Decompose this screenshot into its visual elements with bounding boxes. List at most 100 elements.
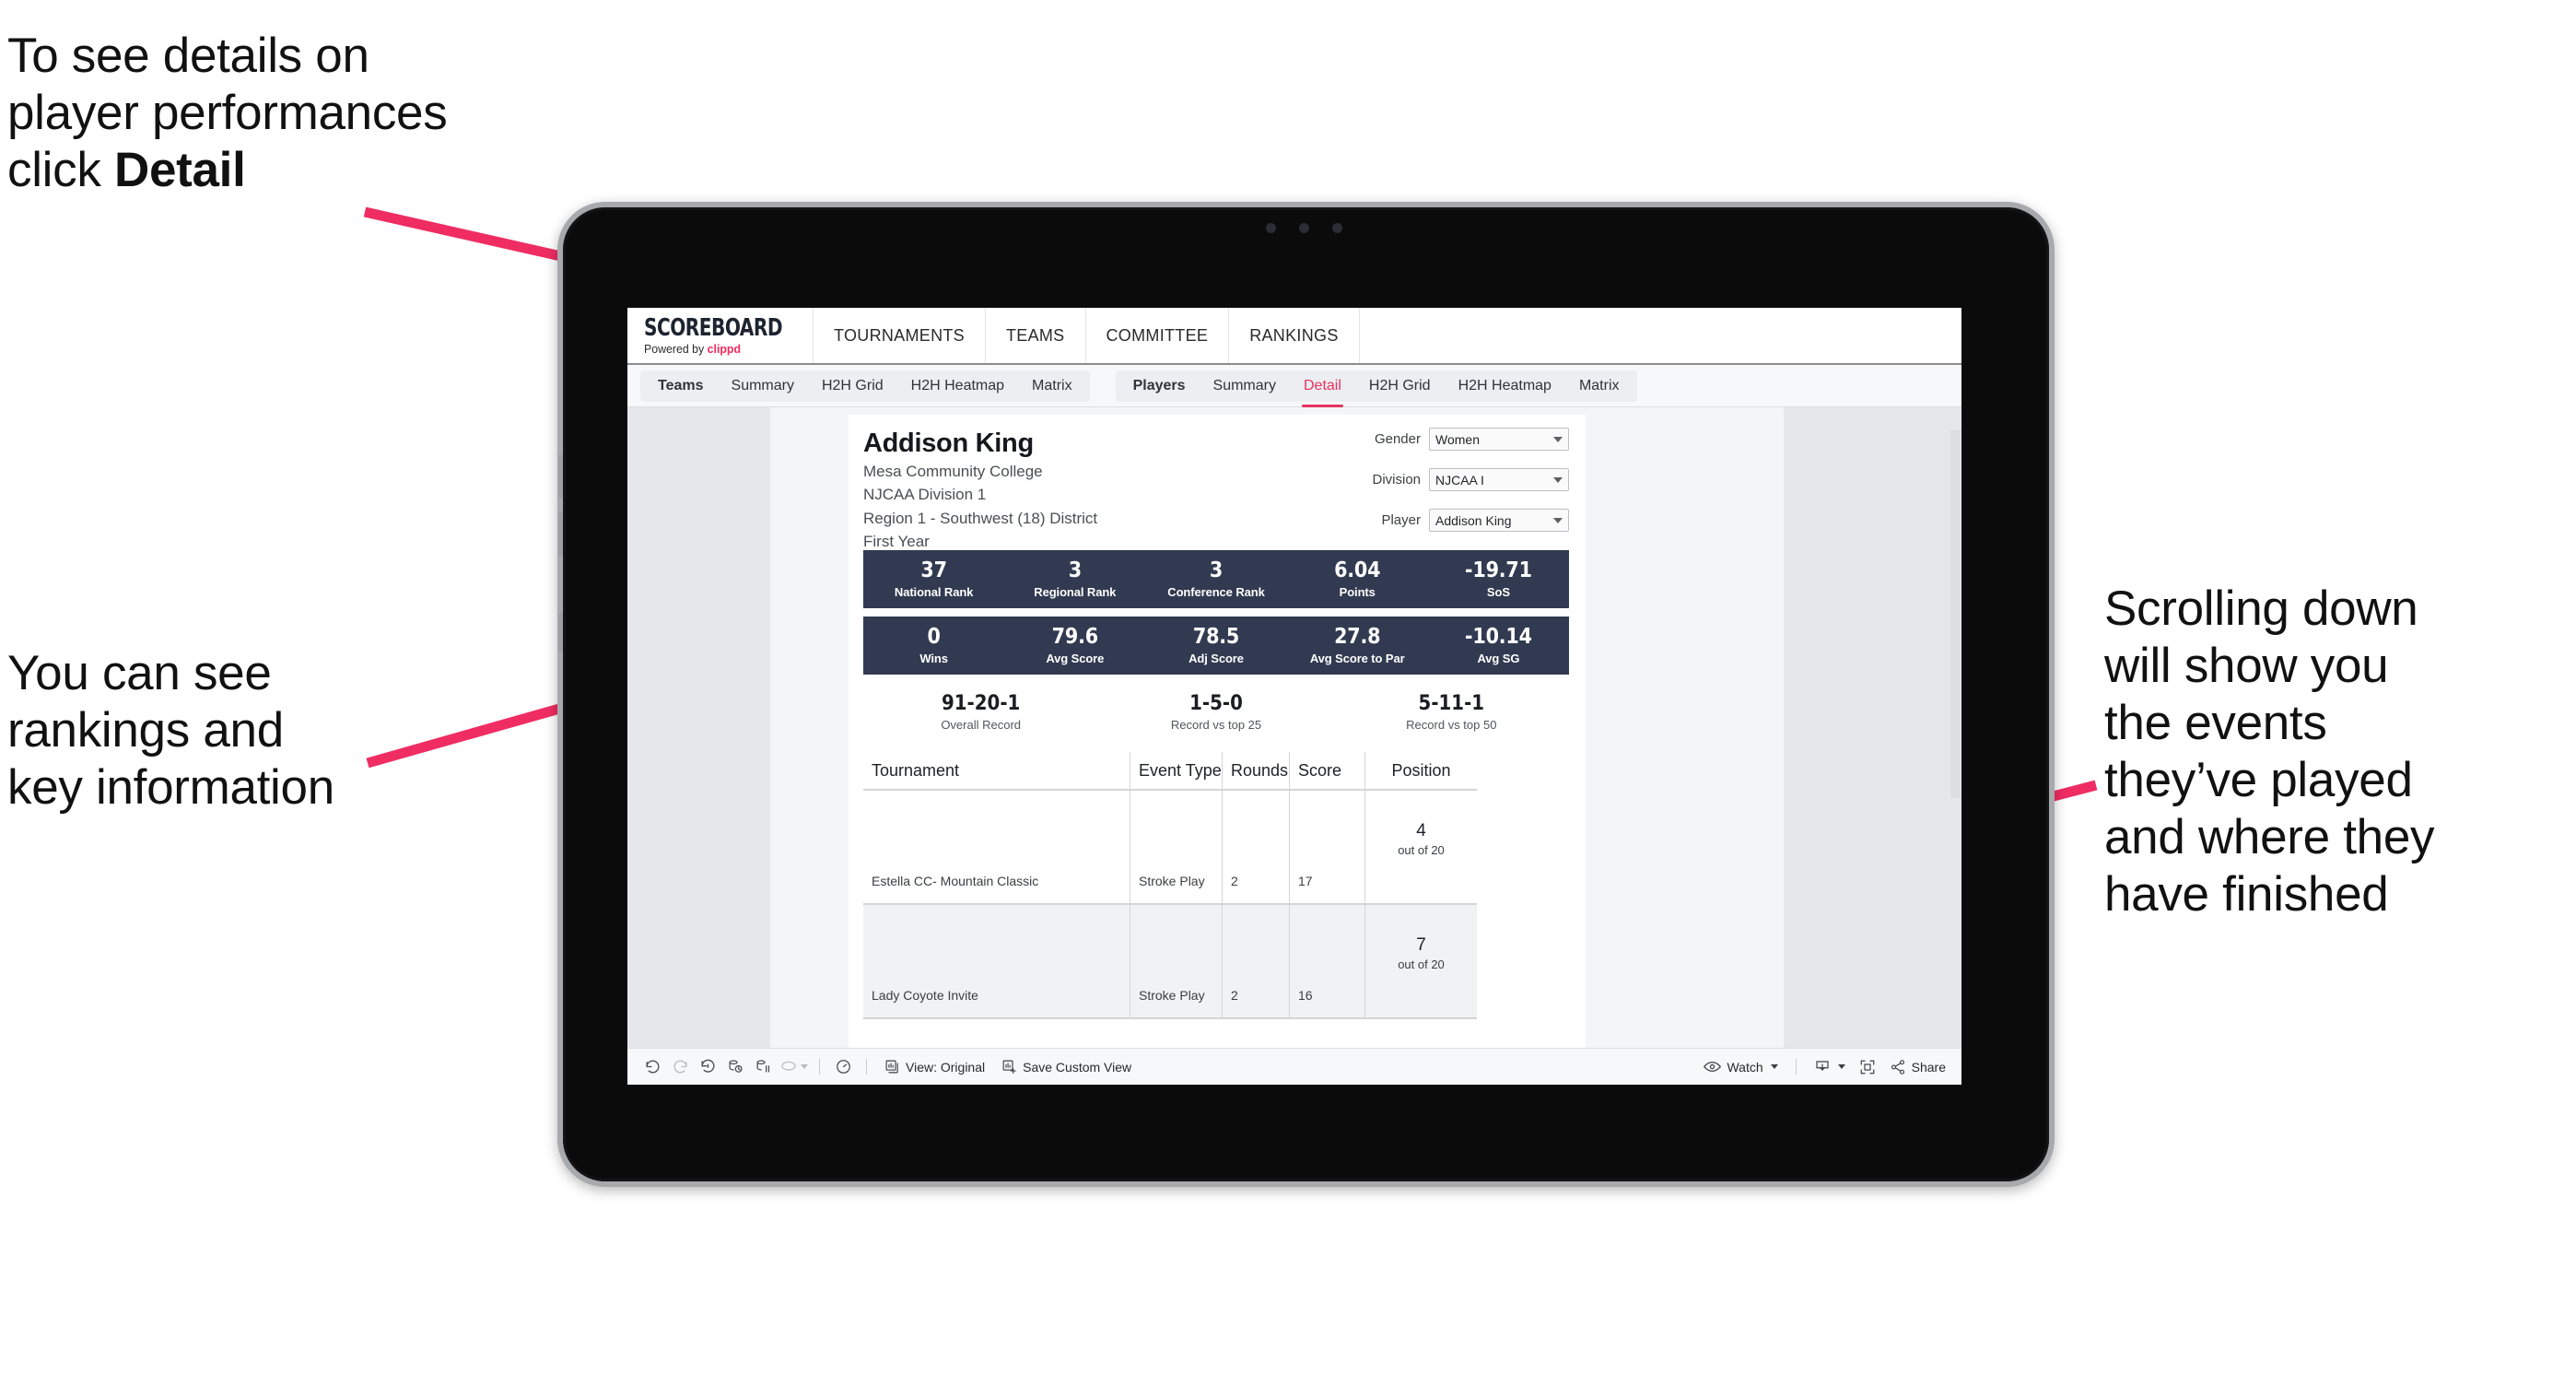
topnav-committee[interactable]: COMMITTEE	[1086, 308, 1230, 363]
save-custom-view-button[interactable]: Save Custom View	[997, 1059, 1136, 1075]
column-header-rounds[interactable]: Rounds	[1223, 752, 1290, 791]
annotation-top-left: To see details on player performances cl…	[7, 28, 615, 199]
stat-value: 37	[920, 558, 947, 583]
vertical-scrollbar-thumb[interactable]	[1950, 429, 1961, 798]
record-value: 5-11-1	[1418, 691, 1485, 715]
annotation-right: Scrolling down will show you the events …	[2104, 581, 2435, 922]
position-out-of: out of 20	[1398, 957, 1445, 972]
column-header-score[interactable]: Score	[1290, 752, 1365, 791]
view-original-button[interactable]: View: Original	[880, 1059, 989, 1075]
stat-regional-rank: 3 Regional Rank	[1004, 559, 1145, 598]
tab-teams-summary[interactable]: Summary	[718, 370, 808, 402]
volume-up-button[interactable]	[558, 454, 563, 499]
watch-button[interactable]: Watch	[1699, 1060, 1782, 1075]
filter-panel: Gender Women Division NJCAA I Player Add…	[1355, 428, 1569, 549]
stats-bar-scoring: 0 Wins 79.6 Avg Score 78.5 Adj Score 27.…	[863, 617, 1569, 675]
stat-adj-score: 78.5 Adj Score	[1145, 626, 1286, 664]
tab-players-h2h-grid[interactable]: H2H Grid	[1355, 370, 1445, 402]
position-out-of: out of 20	[1398, 843, 1445, 858]
stat-label: Avg SG	[1477, 651, 1520, 665]
player-region: Region 1 - Southwest (18) District	[863, 509, 1098, 527]
volume-down-button[interactable]	[558, 511, 563, 556]
filter-value-gender: Women	[1435, 431, 1480, 447]
stat-label: Avg Score	[1046, 651, 1105, 665]
power-button[interactable]	[558, 613, 563, 652]
cell-score: 17	[1290, 791, 1365, 905]
download-button[interactable]	[1809, 1059, 1850, 1075]
refresh-data-icon[interactable]	[721, 1053, 749, 1081]
stat-avg-score-to-par: 27.8 Avg Score to Par	[1287, 626, 1428, 664]
tab-players-matrix[interactable]: Matrix	[1565, 370, 1633, 402]
tab-teams[interactable]: Teams	[644, 370, 718, 402]
cell-rounds: 2	[1223, 791, 1290, 905]
column-header-event-type[interactable]: Event Type	[1130, 752, 1223, 791]
pause-auto-update-icon[interactable]	[749, 1053, 777, 1081]
column-header-tournament[interactable]: Tournament	[863, 752, 1130, 791]
cell-position: 4 out of 20	[1365, 791, 1477, 905]
chevron-down-icon	[1553, 436, 1563, 442]
cell-event-type: Stroke Play	[1130, 791, 1223, 905]
tab-players-h2h-heatmap[interactable]: H2H Heatmap	[1445, 370, 1565, 402]
table-row[interactable]: Estella CC- Mountain Classic Stroke Play…	[863, 791, 1569, 905]
dashboard-content: Addison King Mesa Community College NJCA…	[627, 407, 1961, 1048]
record-label: Record vs top 25	[1170, 718, 1262, 733]
cell-tournament: Lady Coyote Invite	[863, 905, 1130, 1019]
column-header-position[interactable]: Position	[1365, 752, 1477, 791]
filter-value-division: NJCAA I	[1435, 472, 1484, 487]
cell-position: 7 out of 20	[1365, 905, 1477, 1019]
topnav-tournaments[interactable]: TOURNAMENTS	[814, 308, 986, 363]
cell-tournament: Estella CC- Mountain Classic	[863, 791, 1130, 905]
vertical-scrollbar-track[interactable]	[1950, 407, 1961, 1048]
bottom-toolbar: View: Original Save Custom View Watch Sh…	[627, 1048, 1961, 1085]
record-value: 1-5-0	[1189, 691, 1243, 715]
records-row: 91-20-1 Overall Record 1-5-0 Record vs t…	[863, 687, 1569, 737]
fullscreen-icon[interactable]	[1854, 1053, 1881, 1081]
player-detail-card: Addison King Mesa Community College NJCA…	[849, 415, 1586, 1048]
speaker-dot	[1332, 223, 1342, 233]
clippd-name: clippd	[707, 342, 742, 356]
lasso-icon[interactable]	[777, 1053, 810, 1081]
position-number: 4	[1416, 820, 1426, 840]
tab-teams-h2h-heatmap[interactable]: H2H Heatmap	[897, 370, 1018, 402]
stat-value: -10.14	[1464, 625, 1532, 650]
brand-logo[interactable]: SCOREBOARD Powered by clippd	[627, 308, 814, 363]
undo-icon[interactable]	[638, 1053, 666, 1081]
chevron-down-icon	[1553, 476, 1563, 483]
topnav-rankings[interactable]: RANKINGS	[1229, 308, 1360, 363]
tab-teams-matrix[interactable]: Matrix	[1018, 370, 1086, 402]
save-custom-view-label: Save Custom View	[1023, 1059, 1132, 1075]
tab-players-summary[interactable]: Summary	[1200, 370, 1290, 402]
record-vs-top-25: 1-5-0 Record vs top 25	[1098, 691, 1333, 733]
stat-value: 79.6	[1051, 625, 1098, 650]
player-school: Mesa Community College	[863, 462, 1043, 480]
alerts-icon[interactable]	[829, 1053, 857, 1081]
stat-value: -19.71	[1464, 558, 1532, 583]
sensor-dot	[1299, 223, 1309, 233]
stat-label: Points	[1339, 584, 1376, 599]
revert-icon[interactable]	[694, 1053, 721, 1081]
share-button[interactable]: Share	[1885, 1059, 1950, 1075]
topnav-teams[interactable]: TEAMS	[986, 308, 1086, 363]
stat-conference-rank: 3 Conference Rank	[1145, 559, 1286, 598]
stat-value: 0	[927, 625, 941, 650]
tab-players-detail[interactable]: Detail	[1290, 370, 1355, 407]
stat-value: 6.04	[1334, 558, 1381, 583]
player-division: NJCAA Division 1	[863, 486, 987, 504]
stat-value: 3	[1209, 558, 1224, 583]
stat-value: 3	[1068, 558, 1082, 583]
record-label: Overall Record	[941, 718, 1022, 733]
redo-icon[interactable]	[666, 1053, 694, 1081]
stats-bar-rankings: 37 National Rank 3 Regional Rank 3 Confe…	[863, 550, 1569, 608]
stat-avg-sg: -10.14 Avg SG	[1428, 626, 1569, 664]
table-row[interactable]: Lady Coyote Invite Stroke Play 2 16 7 ou…	[863, 905, 1569, 1019]
filter-select-player[interactable]: Addison King	[1429, 509, 1569, 532]
tab-players[interactable]: Players	[1119, 370, 1200, 402]
cell-rounds: 2	[1223, 905, 1290, 1019]
filter-select-gender[interactable]: Women	[1429, 428, 1569, 451]
filter-select-division[interactable]: NJCAA I	[1429, 468, 1569, 491]
annotation-top-left-bold: Detail	[113, 143, 246, 197]
chevron-down-icon	[801, 1064, 808, 1069]
player-name: Addison King	[863, 429, 1034, 458]
tab-teams-h2h-grid[interactable]: H2H Grid	[808, 370, 897, 402]
sub-navigation-bar: Teams Summary H2H Grid H2H Heatmap Matri…	[627, 365, 1961, 407]
